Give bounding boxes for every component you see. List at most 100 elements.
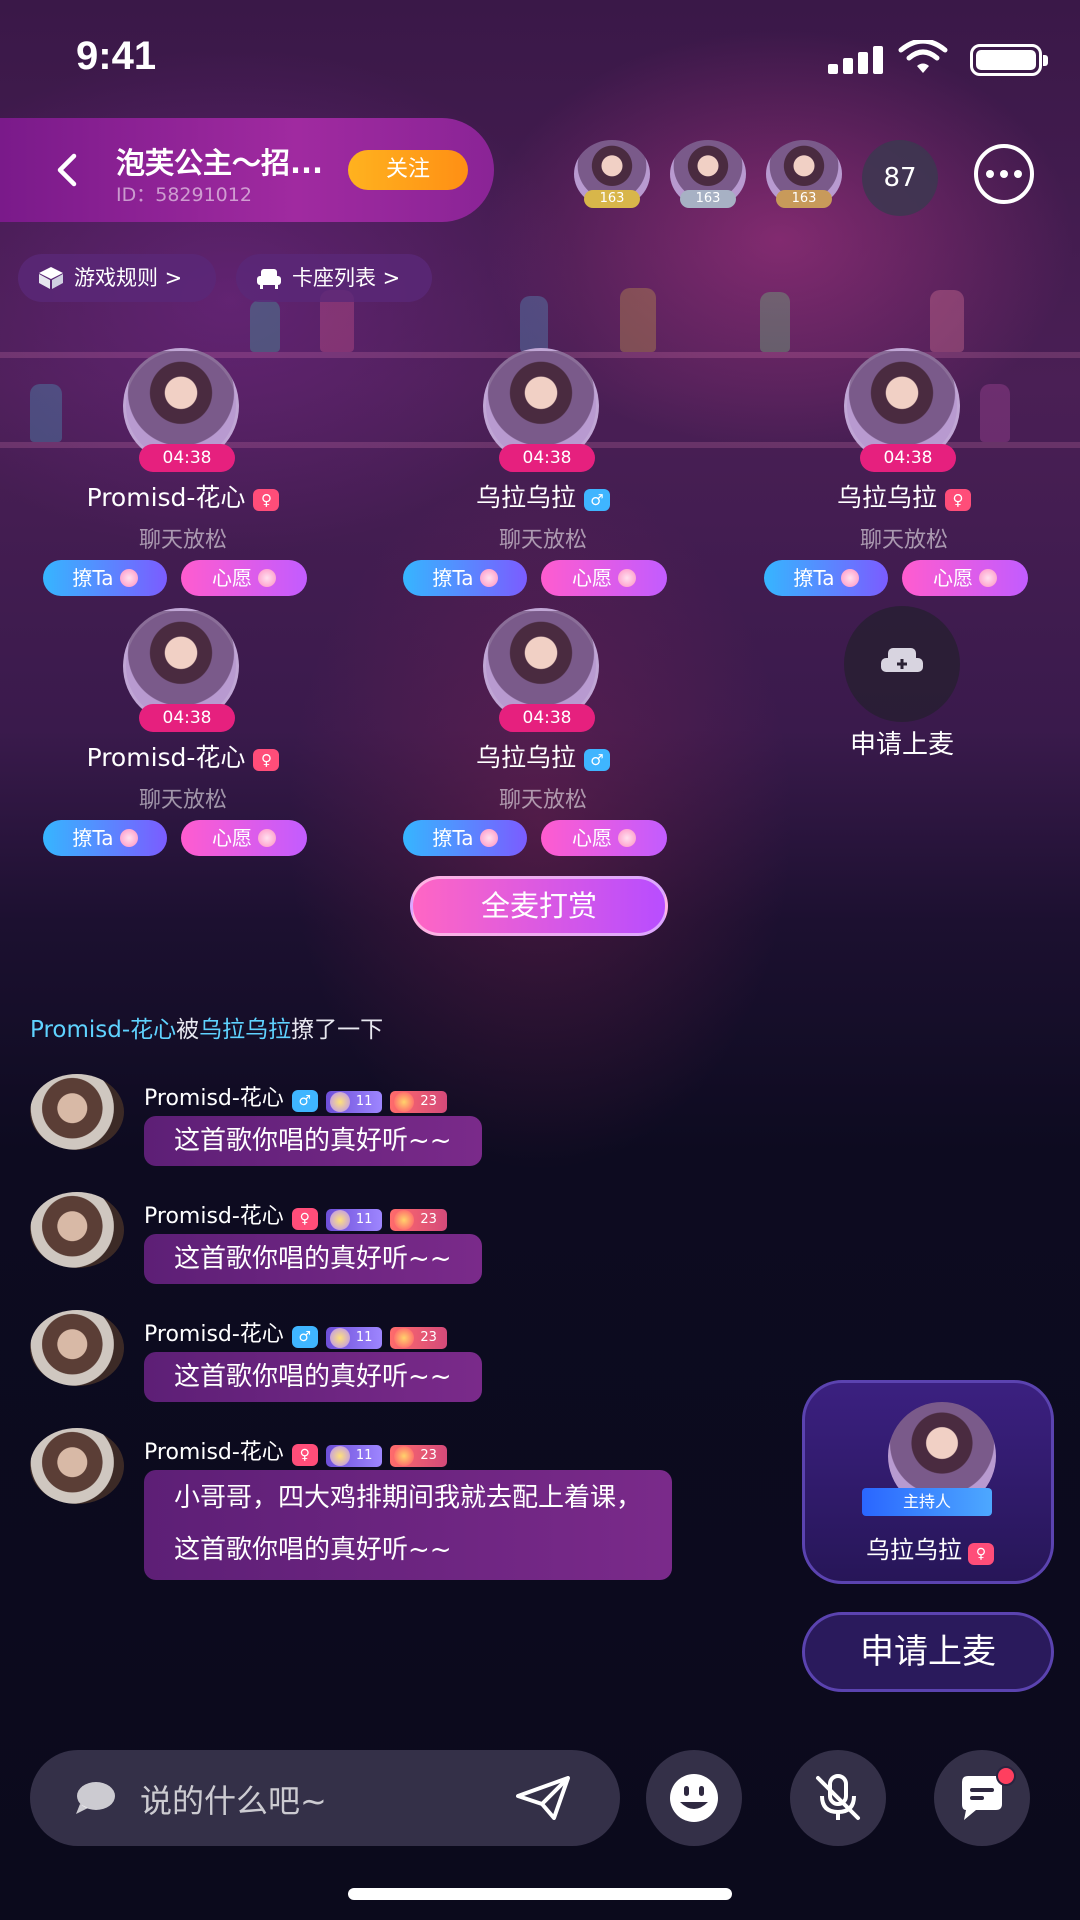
female-icon: ♀ bbox=[291, 1444, 318, 1466]
home-indicator bbox=[348, 1888, 732, 1900]
mic-seat[interactable]: 04:38 乌拉乌拉 ♀ 聊天放松 撩Ta 心愿 bbox=[764, 348, 1044, 598]
chat-username[interactable]: Promisd-花心 bbox=[144, 1322, 284, 1347]
flower-icon bbox=[119, 569, 138, 587]
mic-seat[interactable]: 04:38 Promisd-花心 ♀ 聊天放松 撩Ta 心愿 bbox=[43, 608, 323, 858]
mic-toggle-button[interactable] bbox=[790, 1750, 886, 1846]
chat-username[interactable]: Promisd-花心 bbox=[144, 1204, 284, 1229]
message-input-placeholder: 说的什么吧~ bbox=[140, 1782, 327, 1820]
wish-button[interactable]: 心愿 bbox=[541, 820, 667, 856]
seat-timer: 04:38 bbox=[860, 444, 956, 472]
chat-bubble-icon bbox=[76, 1782, 115, 1814]
chat-bubble-line: 这首歌你唱的真好听~~ bbox=[174, 1535, 452, 1565]
female-icon: ♀ bbox=[945, 489, 971, 511]
seat-slogan: 聊天放松 bbox=[498, 788, 587, 813]
female-icon: ♀ bbox=[253, 749, 280, 771]
chat-bubble: 这首歌你唱的真好听~~ bbox=[144, 1116, 482, 1166]
seat-name: 乌拉乌拉 ♂ bbox=[403, 738, 683, 774]
room-title: 泡芙公主～招... bbox=[116, 146, 324, 180]
system-message-user[interactable]: Promisd-花心 bbox=[30, 1017, 176, 1043]
follow-button[interactable]: 关注 bbox=[348, 150, 468, 190]
seat-timer: 04:38 bbox=[139, 704, 235, 732]
chat-message: Promisd-花心 ♀ 11 23 这首歌你唱的真好听~~ bbox=[30, 1192, 790, 1292]
wish-button[interactable]: 心愿 bbox=[902, 560, 1028, 596]
male-icon: ♂ bbox=[291, 1326, 318, 1348]
chat-bubble-line: 小哥哥，四大鸡排期间我就去配上着课， bbox=[174, 1483, 643, 1513]
charm-level-badge: 23 bbox=[390, 1327, 447, 1349]
seat-timer: 04:38 bbox=[139, 444, 235, 472]
system-message-user[interactable]: 乌拉乌拉 bbox=[199, 1017, 291, 1043]
more-icon[interactable] bbox=[974, 144, 1034, 204]
crown-icon bbox=[329, 1446, 350, 1466]
emoji-button[interactable] bbox=[646, 1750, 742, 1846]
heart-icon bbox=[394, 1210, 415, 1230]
wish-button[interactable]: 心愿 bbox=[181, 820, 307, 856]
male-icon: ♂ bbox=[291, 1090, 318, 1112]
viewer-avatar[interactable]: 163 bbox=[766, 140, 842, 216]
viewer-avatar[interactable]: 163 bbox=[670, 140, 746, 216]
flower-icon bbox=[479, 569, 498, 587]
battery-icon bbox=[970, 44, 1048, 76]
message-input[interactable]: 说的什么吧~ bbox=[30, 1750, 620, 1846]
flirt-button[interactable]: 撩Ta bbox=[403, 820, 527, 856]
chat-avatar[interactable] bbox=[30, 1310, 124, 1386]
seat-name: 乌拉乌拉 ♂ bbox=[403, 478, 683, 514]
system-message: Promisd-花心被乌拉乌拉撩了一下 bbox=[30, 1017, 384, 1043]
dice-icon bbox=[39, 267, 63, 289]
chat-bubble: 这首歌你唱的真好听~~ bbox=[144, 1352, 482, 1402]
chat-bubble: 这首歌你唱的真好听~~ bbox=[144, 1234, 482, 1284]
flower-icon bbox=[258, 829, 276, 847]
chevron-left-icon[interactable] bbox=[48, 150, 88, 190]
heart-icon bbox=[394, 1092, 415, 1112]
seats-list-button[interactable]: 卡座列表 > bbox=[236, 254, 432, 302]
chat-message: Promisd-花心 ♂ 11 23 这首歌你唱的真好听~~ bbox=[30, 1074, 790, 1174]
wish-button[interactable]: 心愿 bbox=[181, 560, 307, 596]
game-rules-label: 游戏规则 > bbox=[74, 266, 183, 290]
seat-slogan: 聊天放松 bbox=[138, 788, 227, 813]
bottle-decor bbox=[760, 292, 790, 352]
host-name: 乌拉乌拉 ♀ bbox=[810, 1530, 1050, 1565]
chat-bubble: 小哥哥，四大鸡排期间我就去配上着课， 这首歌你唱的真好听~~ bbox=[144, 1470, 673, 1580]
chat-avatar[interactable] bbox=[30, 1428, 124, 1504]
chat-username[interactable]: Promisd-花心 bbox=[144, 1086, 284, 1111]
flirt-button[interactable]: 撩Ta bbox=[43, 560, 167, 596]
flower-icon bbox=[258, 569, 276, 587]
chat-username[interactable]: Promisd-花心 bbox=[144, 1440, 284, 1465]
viewer-avatar[interactable]: 163 bbox=[574, 140, 650, 216]
chat-avatar[interactable] bbox=[30, 1074, 124, 1150]
chat-avatar[interactable] bbox=[30, 1192, 124, 1268]
empty-seat[interactable] bbox=[844, 606, 960, 722]
game-rules-button[interactable]: 游戏规则 > bbox=[18, 254, 216, 302]
wealth-level-badge: 11 bbox=[325, 1445, 383, 1467]
female-icon: ♀ bbox=[253, 489, 280, 511]
flower-icon bbox=[979, 569, 997, 587]
room-id: ID：58291012 bbox=[116, 184, 252, 206]
reward-all-button[interactable]: 全麦打赏 bbox=[410, 876, 668, 936]
flower-icon bbox=[840, 569, 859, 587]
host-tag: 主持人 bbox=[862, 1488, 992, 1516]
wish-button[interactable]: 心愿 bbox=[541, 560, 667, 596]
flirt-button[interactable]: 撩Ta bbox=[764, 560, 888, 596]
male-icon: ♂ bbox=[584, 749, 610, 771]
crown-icon bbox=[329, 1210, 350, 1230]
crown-icon bbox=[329, 1092, 350, 1112]
heart-icon bbox=[394, 1328, 415, 1348]
viewer-level-badge: 163 bbox=[776, 190, 832, 208]
charm-level-badge: 23 bbox=[390, 1445, 447, 1467]
mic-seat[interactable]: 04:38 乌拉乌拉 ♂ 聊天放松 撩Ta 心愿 bbox=[403, 608, 683, 858]
flirt-button[interactable]: 撩Ta bbox=[43, 820, 167, 856]
apply-mic-button[interactable]: 申请上麦 bbox=[802, 1612, 1054, 1692]
seat-slogan: 聊天放松 bbox=[138, 528, 227, 553]
bottle-decor bbox=[620, 288, 656, 352]
signal-icon bbox=[828, 46, 884, 74]
viewer-count[interactable]: 87 bbox=[862, 140, 938, 216]
flirt-button[interactable]: 撩Ta bbox=[403, 560, 527, 596]
wealth-level-badge: 11 bbox=[325, 1209, 383, 1231]
emoji-icon bbox=[670, 1774, 718, 1822]
seat-name: Promisd-花心 ♀ bbox=[43, 478, 323, 514]
seats-list-label: 卡座列表 > bbox=[292, 266, 401, 290]
empty-seat-label[interactable]: 申请上麦 bbox=[780, 724, 1024, 761]
send-icon[interactable] bbox=[516, 1776, 570, 1820]
mic-seat[interactable]: 04:38 乌拉乌拉 ♂ 聊天放松 撩Ta 心愿 bbox=[403, 348, 683, 598]
mic-seat[interactable]: 04:38 Promisd-花心 ♀ 聊天放松 撩Ta 心愿 bbox=[43, 348, 323, 598]
messages-button[interactable] bbox=[934, 1750, 1030, 1846]
